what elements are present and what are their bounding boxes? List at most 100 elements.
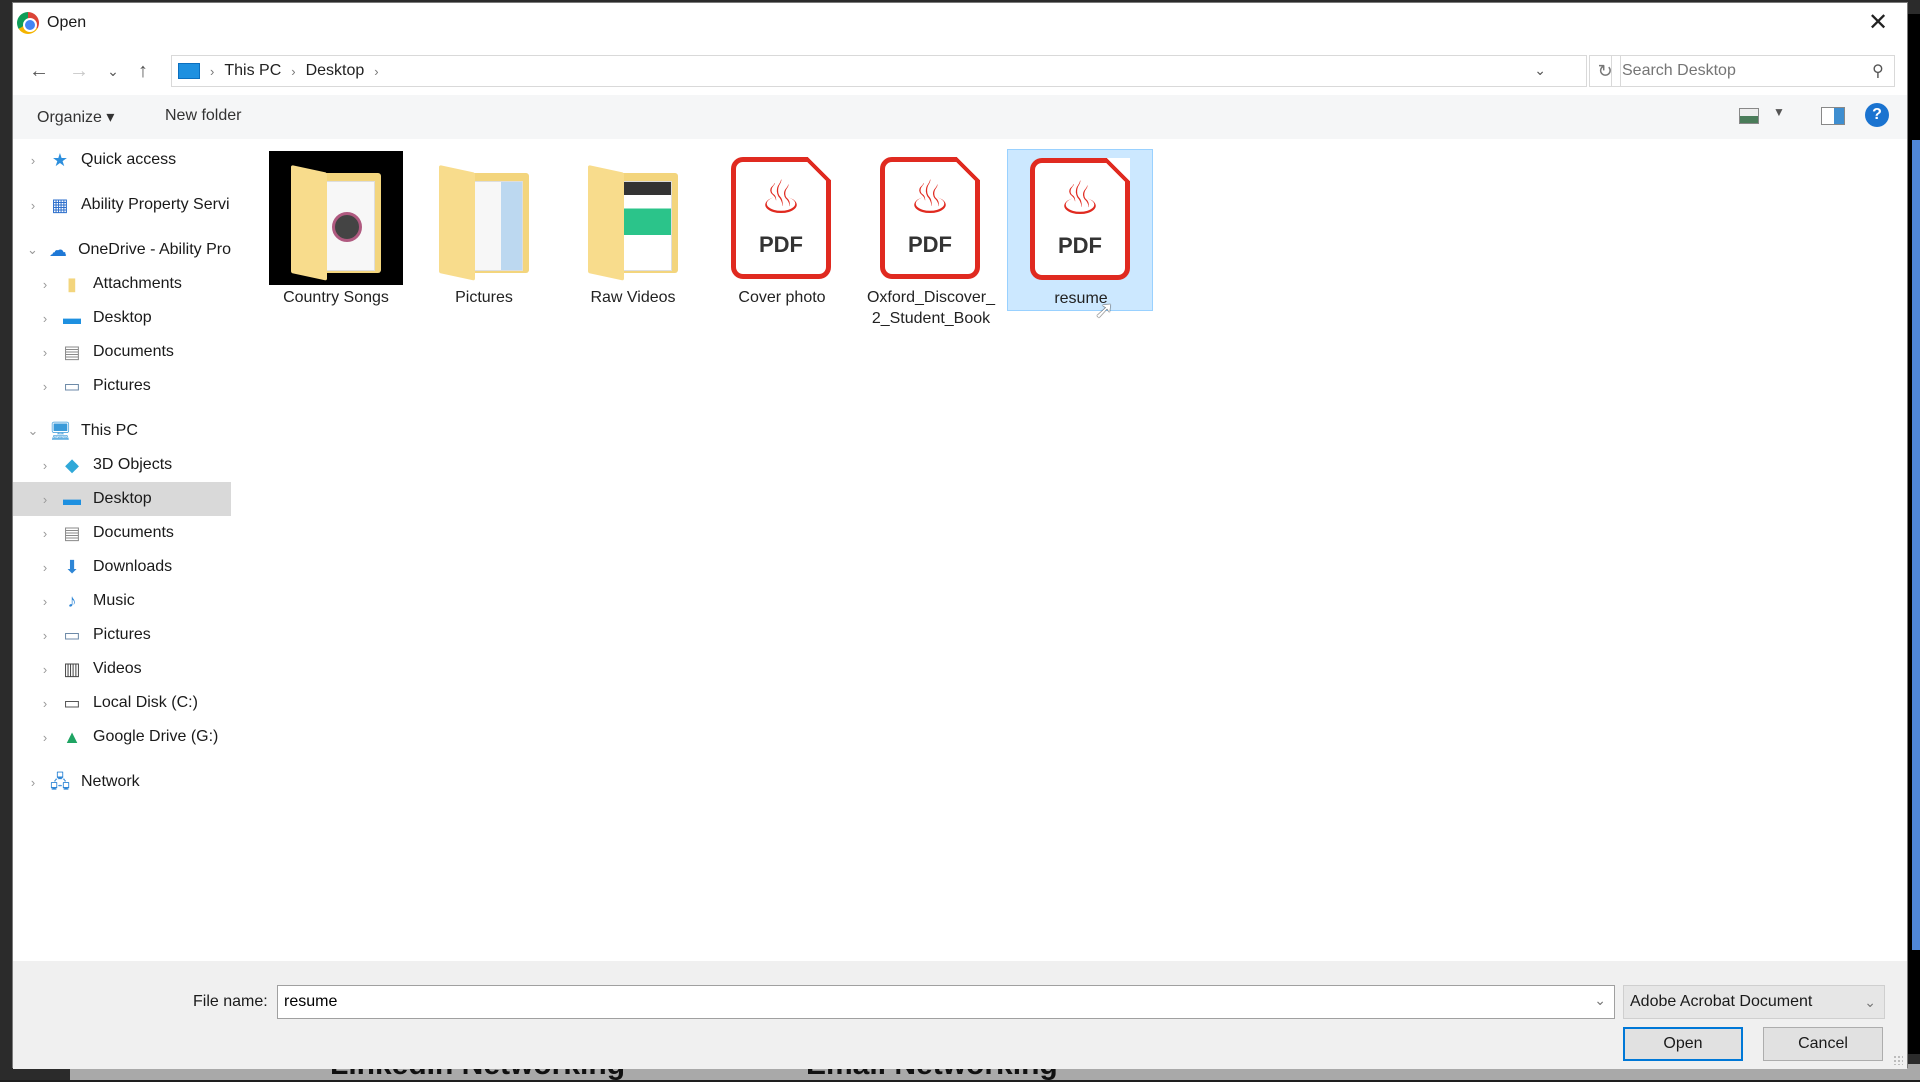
folder-graphic: [588, 165, 678, 281]
sidebar-item-this-pc[interactable]: ⌄ 🖥 This PC: [13, 414, 231, 448]
chevron-right-icon[interactable]: ›: [39, 730, 51, 745]
file-name-field[interactable]: ⌄: [277, 985, 1615, 1019]
chevron-right-icon[interactable]: ›: [374, 64, 378, 79]
chevron-right-icon[interactable]: ›: [27, 775, 39, 790]
file-name: Oxford_Discover_ 2_Student_Book: [866, 289, 996, 327]
folder-graphic: [439, 165, 529, 281]
sidebar-item-network[interactable]: › 🖧 Network: [13, 765, 231, 799]
preview-pane-icon[interactable]: [1821, 107, 1845, 125]
folder-icon: [269, 151, 403, 285]
chevron-right-icon[interactable]: ›: [39, 492, 51, 507]
sidebar-item-icon: 🖥: [49, 421, 72, 441]
view-options-icon[interactable]: [1739, 108, 1759, 124]
sidebar-item-local-disk-c[interactable]: › ▭ Local Disk (C:): [13, 686, 231, 720]
file-name-label: File name:: [193, 993, 268, 1010]
sidebar-item-label: Videos: [93, 660, 142, 677]
search-input[interactable]: [1622, 56, 1862, 86]
chevron-right-icon[interactable]: ›: [39, 594, 51, 609]
back-button[interactable]: ←: [25, 57, 53, 85]
close-button[interactable]: ✕: [1863, 9, 1893, 37]
chevron-right-icon[interactable]: ›: [39, 311, 51, 326]
chevron-right-icon[interactable]: ›: [39, 560, 51, 575]
sidebar-item-pictures[interactable]: › ▭ Pictures: [13, 618, 231, 652]
sidebar-item-desktop[interactable]: › ▬ Desktop: [13, 301, 231, 335]
sidebar-item-label: Pictures: [93, 377, 151, 394]
address-bar[interactable]: › This PC › Desktop › ⌄: [171, 55, 1587, 87]
up-button[interactable]: ↑: [129, 57, 157, 85]
chevron-right-icon[interactable]: ›: [39, 379, 51, 394]
chevron-right-icon[interactable]: ›: [291, 64, 295, 79]
sidebar-item-quick-access[interactable]: › ★ Quick access: [13, 143, 231, 177]
file-item[interactable]: ♨ PDF Cover photo: [709, 149, 855, 311]
help-icon[interactable]: ?: [1865, 103, 1889, 127]
chevron-right-icon[interactable]: ›: [39, 277, 51, 292]
sidebar-item-label: OneDrive - Ability Pro: [78, 241, 231, 258]
breadcrumb-this-pc[interactable]: This PC: [224, 62, 281, 80]
chevron-right-icon[interactable]: ›: [27, 153, 39, 168]
sidebar-item-label: Pictures: [93, 626, 151, 643]
sidebar-item-icon: ▬: [63, 489, 81, 509]
breadcrumb-desktop[interactable]: Desktop: [306, 62, 365, 80]
sidebar-item-onedrive-ability-pro[interactable]: ⌄ ☁ OneDrive - Ability Pro: [13, 233, 231, 267]
chevron-right-icon[interactable]: ›: [39, 345, 51, 360]
sidebar-item-label: Music: [93, 592, 135, 609]
acrobat-logo-icon: ♨: [1059, 172, 1101, 224]
chevron-down-icon[interactable]: ⌄: [1534, 62, 1546, 79]
title-bar: Open ✕: [13, 3, 1907, 43]
sidebar-item-documents[interactable]: › ▤ Documents: [13, 516, 231, 550]
command-toolbar: Organize ▾ New folder ▼ ?: [13, 95, 1907, 139]
chevron-down-icon[interactable]: ⌄: [27, 242, 38, 258]
file-item[interactable]: ♨ PDF Oxford_Discover_ 2_Student_Book: [858, 149, 1004, 327]
sidebar-item-google-drive-g[interactable]: › ▲ Google Drive (G:): [13, 720, 231, 754]
sidebar-item-label: Google Drive (G:): [93, 728, 219, 745]
file-item[interactable]: Raw Videos: [560, 149, 706, 311]
sidebar-item-label: Desktop: [93, 309, 152, 326]
file-item[interactable]: Country Songs: [263, 149, 409, 311]
sidebar-item-videos[interactable]: › ▥ Videos: [13, 652, 231, 686]
open-file-dialog: Open ✕ ← → ⌄ ↑ › This PC › Desktop › ⌄ ↻…: [12, 2, 1908, 1069]
sidebar-item-icon: ▲: [63, 727, 81, 747]
recent-locations-button[interactable]: ⌄: [99, 57, 127, 85]
chevron-right-icon[interactable]: ›: [39, 696, 51, 711]
resize-grip[interactable]: [1893, 1055, 1903, 1065]
folder-icon: [566, 151, 700, 285]
chevron-right-icon[interactable]: ›: [39, 662, 51, 677]
chevron-down-icon[interactable]: ⌄: [1594, 992, 1606, 1009]
sidebar-item-icon: ▭: [63, 625, 81, 645]
sidebar-item-pictures[interactable]: › ▭ Pictures: [13, 369, 231, 403]
file-item[interactable]: ♨ PDF resume: [1007, 149, 1153, 311]
chevron-right-icon[interactable]: ›: [39, 458, 51, 473]
pdf-label: PDF: [1058, 233, 1102, 258]
pdf-document-icon: ♨ PDF: [1030, 158, 1130, 280]
file-name: Cover photo: [738, 289, 826, 306]
open-button[interactable]: Open: [1623, 1027, 1743, 1061]
sidebar-item-music[interactable]: › ♪ Music: [13, 584, 231, 618]
sidebar-item-downloads[interactable]: › ⬇ Downloads: [13, 550, 231, 584]
pdf-document-icon: ♨ PDF: [880, 157, 980, 279]
forward-button[interactable]: →: [65, 57, 93, 85]
sidebar-item-attachments[interactable]: › ▮ Attachments: [13, 267, 231, 301]
sidebar-item-icon: ▥: [63, 659, 81, 679]
mouse-cursor-icon: ➚: [1094, 297, 1115, 324]
chevron-down-icon[interactable]: ⌄: [27, 423, 39, 439]
chevron-right-icon[interactable]: ›: [27, 198, 39, 213]
chevron-right-icon[interactable]: ›: [39, 628, 51, 643]
organize-button[interactable]: Organize ▾: [37, 107, 114, 127]
cancel-button[interactable]: Cancel: [1763, 1027, 1883, 1061]
sidebar-item-icon: ▮: [67, 274, 77, 294]
dialog-title: Open: [47, 14, 87, 31]
search-box[interactable]: ⚲: [1611, 55, 1895, 87]
caret-down-icon[interactable]: ▼: [1773, 105, 1785, 119]
new-folder-button[interactable]: New folder: [165, 107, 241, 125]
file-item[interactable]: Pictures: [411, 149, 557, 311]
chevron-right-icon[interactable]: ›: [39, 526, 51, 541]
chevron-right-icon: ›: [210, 63, 215, 79]
search-icon[interactable]: ⚲: [1872, 61, 1884, 81]
file-type-select[interactable]: Adobe Acrobat Document ⌄: [1623, 985, 1885, 1019]
pdf-file-icon: ♨ PDF: [864, 151, 998, 285]
sidebar-item-3d-objects[interactable]: › ◆ 3D Objects: [13, 448, 231, 482]
file-name-input[interactable]: [278, 986, 1568, 1018]
sidebar-item-documents[interactable]: › ▤ Documents: [13, 335, 231, 369]
sidebar-item-ability-property-servi[interactable]: › ▦ Ability Property Servi: [13, 188, 231, 222]
sidebar-item-desktop[interactable]: › ▬ Desktop: [13, 482, 231, 516]
